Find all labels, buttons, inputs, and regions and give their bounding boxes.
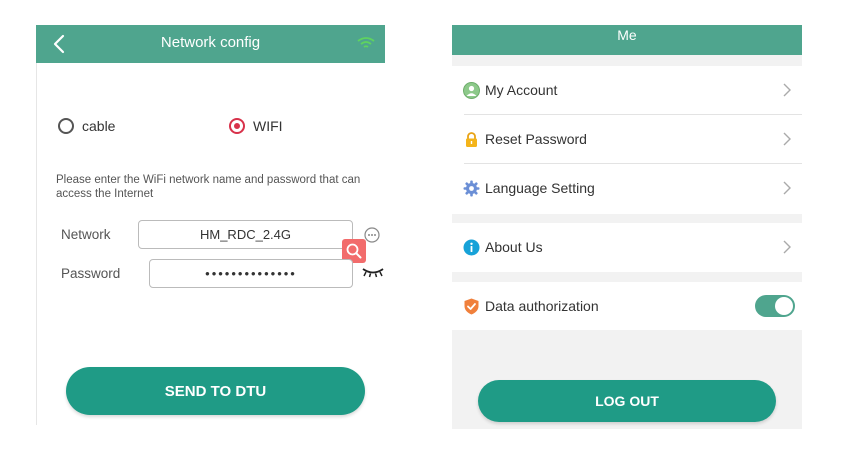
send-to-dtu-button[interactable]: SEND TO DTU — [66, 367, 365, 415]
chevron-right-icon — [783, 83, 791, 97]
page-title: Network config — [160, 34, 261, 51]
network-label: Network — [61, 227, 111, 242]
wifi-label: WIFI — [253, 118, 283, 134]
wifi-option[interactable]: WIFI — [229, 116, 283, 136]
menu-label: My Account — [485, 82, 558, 98]
me-screen: Me My Account Reset Password Language Se… — [452, 25, 802, 429]
page-title: Me — [617, 27, 637, 43]
cable-label: cable — [82, 118, 116, 134]
menu-item-language-setting[interactable]: Language Setting — [452, 164, 802, 213]
menu-item-about-us[interactable]: About Us — [452, 223, 802, 272]
menu-item-data-authorization: Data authorization — [452, 282, 802, 331]
about-menu-group: About Us — [452, 223, 802, 272]
wifi-hint-text: Please enter the WiFi network name and p… — [56, 174, 361, 200]
wifi-radio[interactable] — [229, 118, 245, 134]
cable-radio[interactable] — [58, 118, 74, 134]
menu-label: About Us — [485, 239, 543, 255]
chevron-right-icon — [783, 240, 791, 254]
screen-edge — [36, 63, 37, 425]
more-options-icon[interactable] — [364, 227, 380, 243]
chevron-right-icon — [783, 181, 791, 195]
user-icon — [463, 82, 480, 99]
menu-label: Language Setting — [485, 180, 595, 196]
menu-label: Reset Password — [485, 131, 587, 147]
network-name-input[interactable] — [138, 220, 353, 249]
wifi-icon — [357, 37, 375, 48]
me-header: Me — [452, 25, 802, 55]
log-out-button[interactable]: LOG OUT — [478, 380, 776, 422]
chevron-right-icon — [783, 132, 791, 146]
password-label: Password — [61, 266, 121, 281]
lock-icon — [466, 132, 477, 147]
toggle-knob — [775, 297, 793, 315]
info-icon — [463, 239, 480, 256]
data-auth-group: Data authorization — [452, 282, 802, 330]
network-config-screen: Network config cable WIFI Please enter t… — [36, 25, 385, 425]
menu-item-my-account[interactable]: My Account — [452, 66, 802, 115]
data-authorization-toggle[interactable] — [755, 295, 795, 317]
password-input[interactable] — [149, 259, 353, 288]
shield-check-icon — [464, 298, 479, 315]
menu-item-reset-password[interactable]: Reset Password — [452, 115, 802, 164]
eye-closed-icon[interactable] — [362, 266, 384, 278]
gear-icon — [463, 180, 480, 197]
account-menu-group: My Account Reset Password Language Setti… — [452, 66, 802, 214]
network-config-header: Network config — [36, 25, 385, 63]
menu-label: Data authorization — [485, 298, 599, 314]
cable-option[interactable]: cable — [58, 116, 115, 136]
